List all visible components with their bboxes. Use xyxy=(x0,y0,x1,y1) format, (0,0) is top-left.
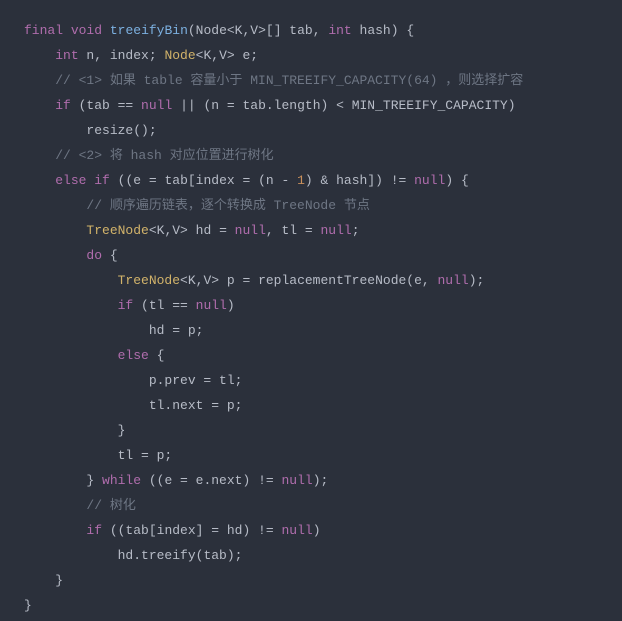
code-line: tl.next = p; xyxy=(24,398,242,413)
code-line: TreeNode<K,V> hd = null, tl = null; xyxy=(24,223,360,238)
code-line: if (tab == null || (n = tab.length) < MI… xyxy=(24,98,516,113)
code-line: } xyxy=(24,573,63,588)
code-line: tl = p; xyxy=(24,448,172,463)
code-line: do { xyxy=(24,248,118,263)
code-line: resize(); xyxy=(24,123,157,138)
code-block: final void treeifyBin(Node<K,V>[] tab, i… xyxy=(0,0,622,621)
code-line: p.prev = tl; xyxy=(24,373,242,388)
code-line: if ((tab[index] = hd) != null) xyxy=(24,523,321,538)
code-line: else { xyxy=(24,348,164,363)
code-line: } xyxy=(24,598,32,613)
code-line: // 树化 xyxy=(24,498,136,513)
code-line: // <2> 将 hash 对应位置进行树化 xyxy=(24,148,274,163)
code-line: TreeNode<K,V> p = replacementTreeNode(e,… xyxy=(24,273,484,288)
code-line: // <1> 如果 table 容量小于 MIN_TREEIFY_CAPACIT… xyxy=(24,73,523,88)
code-line: final void treeifyBin(Node<K,V>[] tab, i… xyxy=(24,23,414,38)
code-line: // 顺序遍历链表，逐个转换成 TreeNode 节点 xyxy=(24,198,370,213)
code-line: } xyxy=(24,423,125,438)
code-line: else if ((e = tab[index = (n - 1) & hash… xyxy=(24,173,469,188)
code-line: hd.treeify(tab); xyxy=(24,548,242,563)
code-line: } while ((e = e.next) != null); xyxy=(24,473,328,488)
code-line: int n, index; Node<K,V> e; xyxy=(24,48,258,63)
code-line: hd = p; xyxy=(24,323,203,338)
code-line: if (tl == null) xyxy=(24,298,235,313)
